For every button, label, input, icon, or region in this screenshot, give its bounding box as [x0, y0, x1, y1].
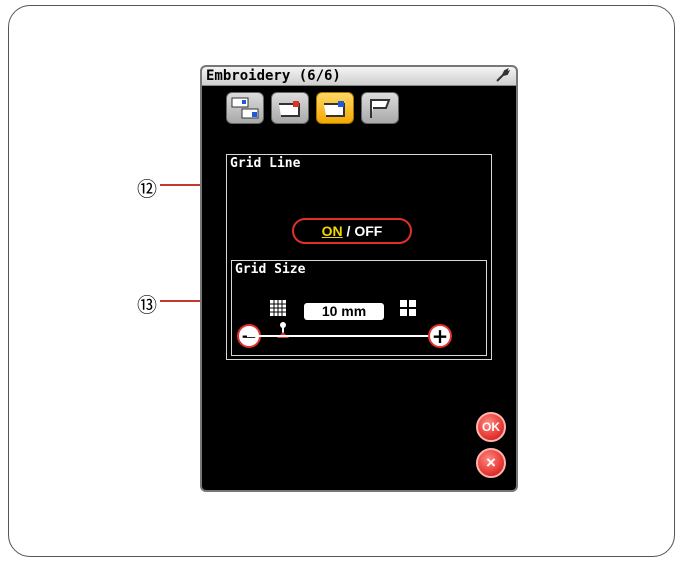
- tab-thread-settings[interactable]: [271, 92, 309, 124]
- grid-size-label: Grid Size: [235, 262, 306, 277]
- wrench-icon: [496, 68, 510, 82]
- toggle-separator: /: [346, 223, 351, 239]
- title-bar: Embroidery (6/6): [202, 67, 516, 86]
- grid-line-on[interactable]: ON: [322, 223, 343, 239]
- embroidery-blue-icon: [324, 101, 345, 117]
- grid-size-slider-track[interactable]: [247, 335, 437, 337]
- device-screen: Embroidery (6/6) Grid Line ON / OFF Grid…: [200, 65, 518, 492]
- tab-flag[interactable]: [361, 92, 399, 124]
- tab-machine-settings[interactable]: [226, 92, 264, 124]
- cancel-button[interactable]: ×: [476, 448, 506, 478]
- grid-line-label: Grid Line: [230, 156, 301, 171]
- flag-icon: [370, 99, 391, 118]
- grid-size-value: 10 mm: [304, 303, 384, 320]
- fine-grid-icon: [270, 300, 286, 316]
- grid-line-off[interactable]: OFF: [354, 223, 382, 239]
- sewing-red-icon: [279, 101, 300, 117]
- grid-line-toggle[interactable]: ON / OFF: [292, 218, 412, 244]
- callout-13: ⑬: [137, 293, 157, 317]
- ok-button[interactable]: OK: [476, 412, 506, 442]
- grid-size-plus-button[interactable]: +: [428, 324, 452, 348]
- coarse-grid-icon: [400, 300, 416, 316]
- callout-12: ⑫: [137, 177, 157, 201]
- window-title: Embroidery (6/6): [206, 68, 341, 84]
- tab-embroidery-settings[interactable]: [316, 92, 354, 124]
- machine-icon: [231, 97, 259, 119]
